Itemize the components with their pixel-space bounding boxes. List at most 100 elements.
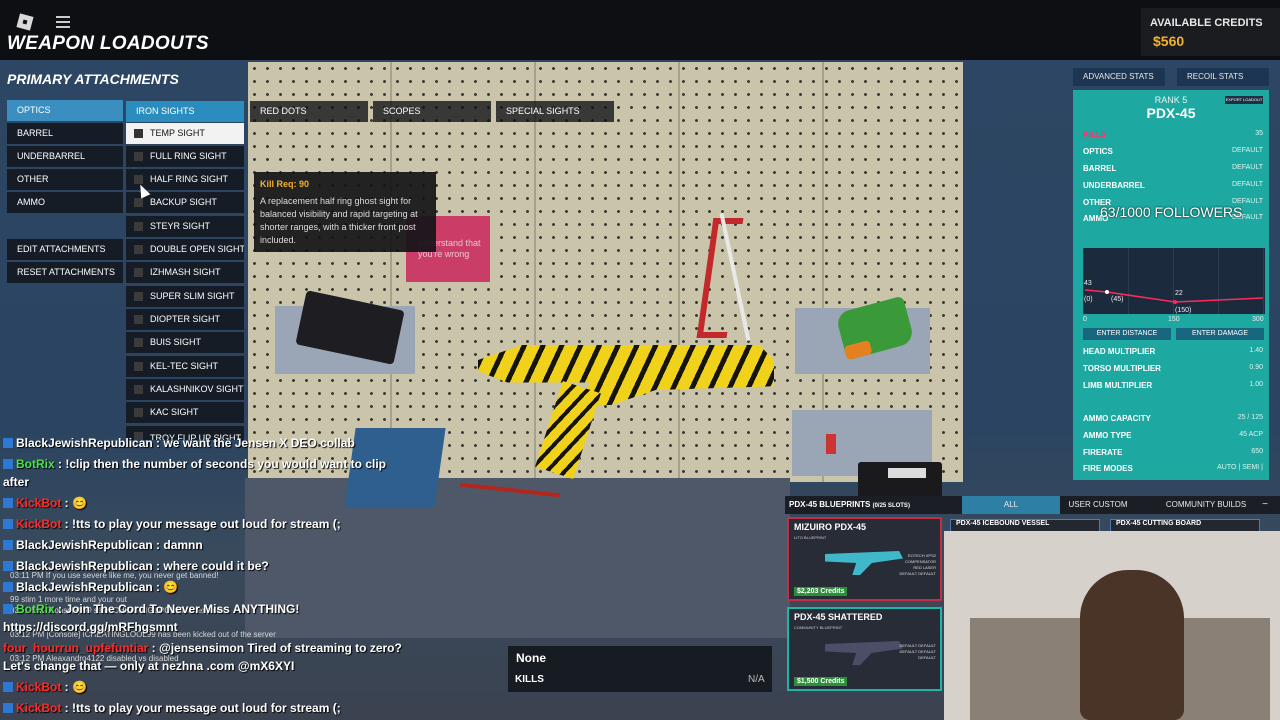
stat-value: DEFAULT: [1232, 181, 1263, 188]
tab-advanced-stats[interactable]: ADVANCED STATS: [1073, 68, 1165, 86]
stat-value: 650: [1251, 448, 1263, 455]
hamburger-menu-icon[interactable]: [56, 16, 70, 28]
chat-text: : 😊: [61, 680, 87, 694]
graph-max-damage: 43: [1084, 280, 1092, 287]
chat-message: BotRix : !clip then the number of second…: [3, 457, 386, 471]
tab-user-custom[interactable]: USER CUSTOM: [1063, 496, 1133, 514]
attachment-item[interactable]: IZHMASH SIGHT: [126, 262, 244, 283]
blueprint-type: LITO BLUEPRINT: [794, 535, 827, 540]
kick-badge-icon: [3, 438, 13, 448]
attachment-item[interactable]: STEYR SIGHT: [126, 216, 244, 237]
chat-text: after: [3, 475, 30, 489]
enter-distance-button[interactable]: ENTER DISTANCE: [1083, 328, 1171, 340]
page-title: WEAPON LOADOUTS: [7, 33, 209, 54]
stat-value: 45 ACP: [1239, 431, 1263, 438]
kick-badge-icon: [3, 561, 13, 571]
attachment-item[interactable]: FULL RING SIGHT: [126, 146, 244, 167]
edit-attachments-button[interactable]: EDIT ATTACHMENTS: [7, 239, 123, 260]
stat-label: TORSO MULTIPLIER: [1083, 364, 1161, 373]
stat-row: AMMO TYPE 45 ACP: [1083, 431, 1263, 443]
stat-row: FIRERATE 650: [1083, 448, 1263, 460]
category-optics[interactable]: OPTICS: [7, 100, 123, 121]
credits-label: AVAILABLE CREDITS: [1150, 17, 1263, 29]
stat-label: HEAD MULTIPLIER: [1083, 347, 1156, 356]
chat-username: BotRix: [16, 457, 55, 471]
tab-red-dots[interactable]: RED DOTS: [250, 101, 368, 122]
blueprint-price: $1,500 Credits: [794, 677, 848, 686]
minimize-icon[interactable]: −: [1258, 496, 1272, 514]
tab-recoil-stats[interactable]: RECOIL STATS: [1177, 68, 1269, 86]
stat-row: LIMB MULTIPLIER 1.00: [1083, 381, 1263, 393]
chat-text: : damnn: [152, 538, 203, 552]
tab-all-blueprints[interactable]: ALL: [962, 496, 1060, 514]
primary-attachments-title: PRIMARY ATTACHMENTS: [7, 71, 179, 87]
tab-iron-sights[interactable]: IRON SIGHTS: [126, 101, 244, 122]
blueprint-price: $2,203 Credits: [794, 587, 848, 596]
attachment-item[interactable]: SUPER SLIM SIGHT: [126, 286, 244, 307]
stat-value: DEFAULT: [1232, 147, 1263, 154]
stat-value: DEFAULT: [1232, 164, 1263, 171]
blueprint-card[interactable]: MIZUIRO PDX-45 LITO BLUEPRINT EOTECH XPS…: [787, 517, 942, 601]
credits-value: $560: [1153, 33, 1185, 49]
chat-text: Let's change that — only at nezhna .com …: [3, 659, 295, 673]
attachment-item[interactable]: TEMP SIGHT: [126, 123, 244, 144]
chat-text: : !tts to play your message out loud for…: [61, 517, 341, 531]
kick-badge-icon: [3, 540, 13, 550]
stat-value: 1.40: [1249, 347, 1263, 354]
fire-modes-stat: FIRE MODES AUTO | SEMI |: [1083, 464, 1263, 476]
kick-badge-icon: [3, 703, 13, 713]
chat-username: KickBot: [16, 680, 62, 694]
chat-username: KickBot: [16, 701, 62, 715]
attachment-item[interactable]: DOUBLE OPEN SIGHT: [126, 239, 244, 260]
blueprint-type: COMMUNITY BLUEPRINT: [794, 625, 843, 630]
chat-text: : we want the Jensen X DEO collab: [152, 436, 355, 450]
attachment-description: A replacement half ring ghost sight for …: [260, 196, 418, 245]
attachment-item[interactable]: KALASHNIKOV SIGHT: [126, 379, 244, 400]
chat-username: KickBot: [16, 517, 62, 531]
stat-label: AMMO CAPACITY: [1083, 414, 1151, 423]
export-loadout-button[interactable]: EXPORT LOADOUT: [1225, 96, 1263, 104]
chat-text: : where could it be?: [152, 559, 269, 573]
attachment-item[interactable]: KEL-TEC SIGHT: [126, 356, 244, 377]
stat-row: HEAD MULTIPLIER 1.40: [1083, 347, 1263, 359]
attachment-item[interactable]: DIOPTER SIGHT: [126, 309, 244, 330]
chat-text: : @jensensimon Tired of streaming to zer…: [148, 641, 402, 655]
enter-damage-button[interactable]: ENTER DAMAGE: [1176, 328, 1264, 340]
category-other[interactable]: OTHER: [7, 169, 123, 190]
stat-value[interactable]: AUTO | SEMI |: [1217, 464, 1263, 471]
stat-value: 35: [1255, 130, 1263, 137]
follower-goal-overlay: 63/1000 FOLLOWERS: [1100, 204, 1243, 220]
blueprint-weapon-preview: [825, 641, 903, 665]
tab-community-builds[interactable]: COMMUNITY BUILDS: [1160, 496, 1252, 514]
blueprint-name: MIZUIRO PDX-45: [794, 522, 867, 532]
tab-special-sights[interactable]: SPECIAL SIGHTS: [496, 101, 614, 122]
chat-message: BlackJewishRepublican : we want the Jens…: [3, 436, 355, 450]
kick-badge-icon: [3, 604, 13, 614]
reset-attachments-button[interactable]: RESET ATTACHMENTS: [7, 262, 123, 283]
blueprints-header: PDX-45 BLUEPRINTS (0/25 SLOTS) ALL USER …: [785, 496, 1280, 514]
attachment-item[interactable]: BUIS SIGHT: [126, 332, 244, 353]
graph-min-damage: 22: [1175, 290, 1183, 297]
chat-message: after: [3, 475, 29, 489]
stat-label: OPTICS: [1083, 147, 1113, 156]
stat-row: AMMO CAPACITY 25 / 125: [1083, 414, 1263, 426]
blueprint-attachments: EOTECH XPS2 COMPENSATOR RED LASER DEFAUL…: [899, 553, 936, 576]
chat-message: KickBot : !tts to play your message out …: [3, 701, 341, 715]
category-underbarrel[interactable]: UNDERBARREL: [7, 146, 123, 167]
stat-row: OPTICS DEFAULT: [1083, 147, 1263, 159]
blueprint-attachments: DEFAULT DEFAULT DEFAULT DEFAULT DEFAULT: [899, 643, 936, 660]
blueprint-card[interactable]: PDX-45 SHATTERED COMMUNITY BLUEPRINT DEF…: [787, 607, 942, 691]
target-kills-label: KILLS: [515, 674, 544, 685]
kill-requirement: Kill Req: 90: [260, 179, 310, 189]
workbench-counter: [245, 478, 790, 638]
tab-scopes[interactable]: SCOPES: [373, 101, 491, 122]
graph-tick: 150: [1168, 316, 1180, 323]
stat-row: TORSO MULTIPLIER 0.90: [1083, 364, 1263, 376]
attachment-item[interactable]: KAC SIGHT: [126, 402, 244, 423]
stat-label: UNDERBARREL: [1083, 181, 1145, 190]
category-ammo[interactable]: AMMO: [7, 192, 123, 213]
chat-message: Let's change that — only at nezhna .com …: [3, 659, 294, 673]
kick-badge-icon: [3, 498, 13, 508]
chat-text: https://discord.gg/mRFhgsmnt: [3, 620, 178, 634]
category-barrel[interactable]: BARREL: [7, 123, 123, 144]
